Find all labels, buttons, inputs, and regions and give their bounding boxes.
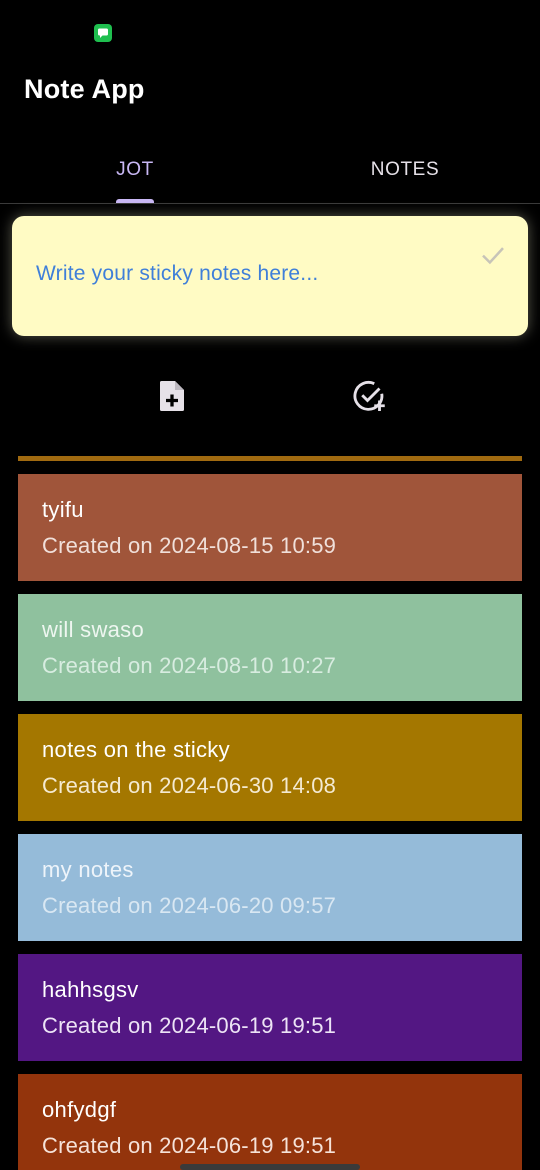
tab-bar: JOT NOTES bbox=[0, 136, 540, 204]
home-indicator[interactable] bbox=[180, 1164, 360, 1170]
list-top-note-edge bbox=[18, 456, 522, 461]
note-card[interactable]: hahhsgsv Created on 2024-06-19 19:51 bbox=[18, 954, 522, 1061]
note-title: ohfydgf bbox=[42, 1097, 117, 1122]
note-date: Created on 2024-06-20 09:57 bbox=[42, 893, 337, 918]
note-title: my notes bbox=[42, 857, 134, 882]
note-title: notes on the sticky bbox=[42, 737, 230, 762]
note-card[interactable]: ohfydgf Created on 2024-06-19 19:51 bbox=[18, 1074, 522, 1170]
screen: Note App JOT NOTES Write your sticky not… bbox=[0, 0, 540, 1170]
check-icon[interactable] bbox=[478, 240, 508, 270]
note-date: Created on 2024-08-10 10:27 bbox=[42, 653, 337, 678]
note-title: tyifu bbox=[42, 497, 84, 522]
note-list: tyifu Created on 2024-08-15 10:59 will s… bbox=[18, 474, 522, 1170]
note-date: Created on 2024-06-19 19:51 bbox=[42, 1133, 337, 1158]
note-date: Created on 2024-06-30 14:08 bbox=[42, 773, 337, 798]
note-title: hahhsgsv bbox=[42, 977, 139, 1002]
add-note-file-icon[interactable] bbox=[154, 378, 190, 414]
chat-bubble-icon bbox=[94, 24, 112, 42]
note-card[interactable]: will swaso Created on 2024-08-10 10:27 bbox=[18, 594, 522, 701]
tab-indicator bbox=[116, 199, 154, 203]
tab-jot[interactable]: JOT bbox=[0, 136, 270, 203]
note-card[interactable]: my notes Created on 2024-06-20 09:57 bbox=[18, 834, 522, 941]
note-card[interactable]: tyifu Created on 2024-08-15 10:59 bbox=[18, 474, 522, 581]
sticky-note-placeholder[interactable]: Write your sticky notes here... bbox=[36, 262, 318, 286]
status-bar bbox=[0, 0, 540, 56]
tab-notes[interactable]: NOTES bbox=[270, 136, 540, 203]
note-date: Created on 2024-08-15 10:59 bbox=[42, 533, 337, 558]
note-card[interactable]: notes on the sticky Created on 2024-06-3… bbox=[18, 714, 522, 821]
sticky-note-input[interactable]: Write your sticky notes here... bbox=[12, 216, 528, 336]
app-title: Note App bbox=[24, 74, 145, 104]
note-date: Created on 2024-06-19 19:51 bbox=[42, 1013, 337, 1038]
add-task-check-circle-icon[interactable] bbox=[351, 378, 387, 414]
note-title: will swaso bbox=[42, 617, 145, 642]
